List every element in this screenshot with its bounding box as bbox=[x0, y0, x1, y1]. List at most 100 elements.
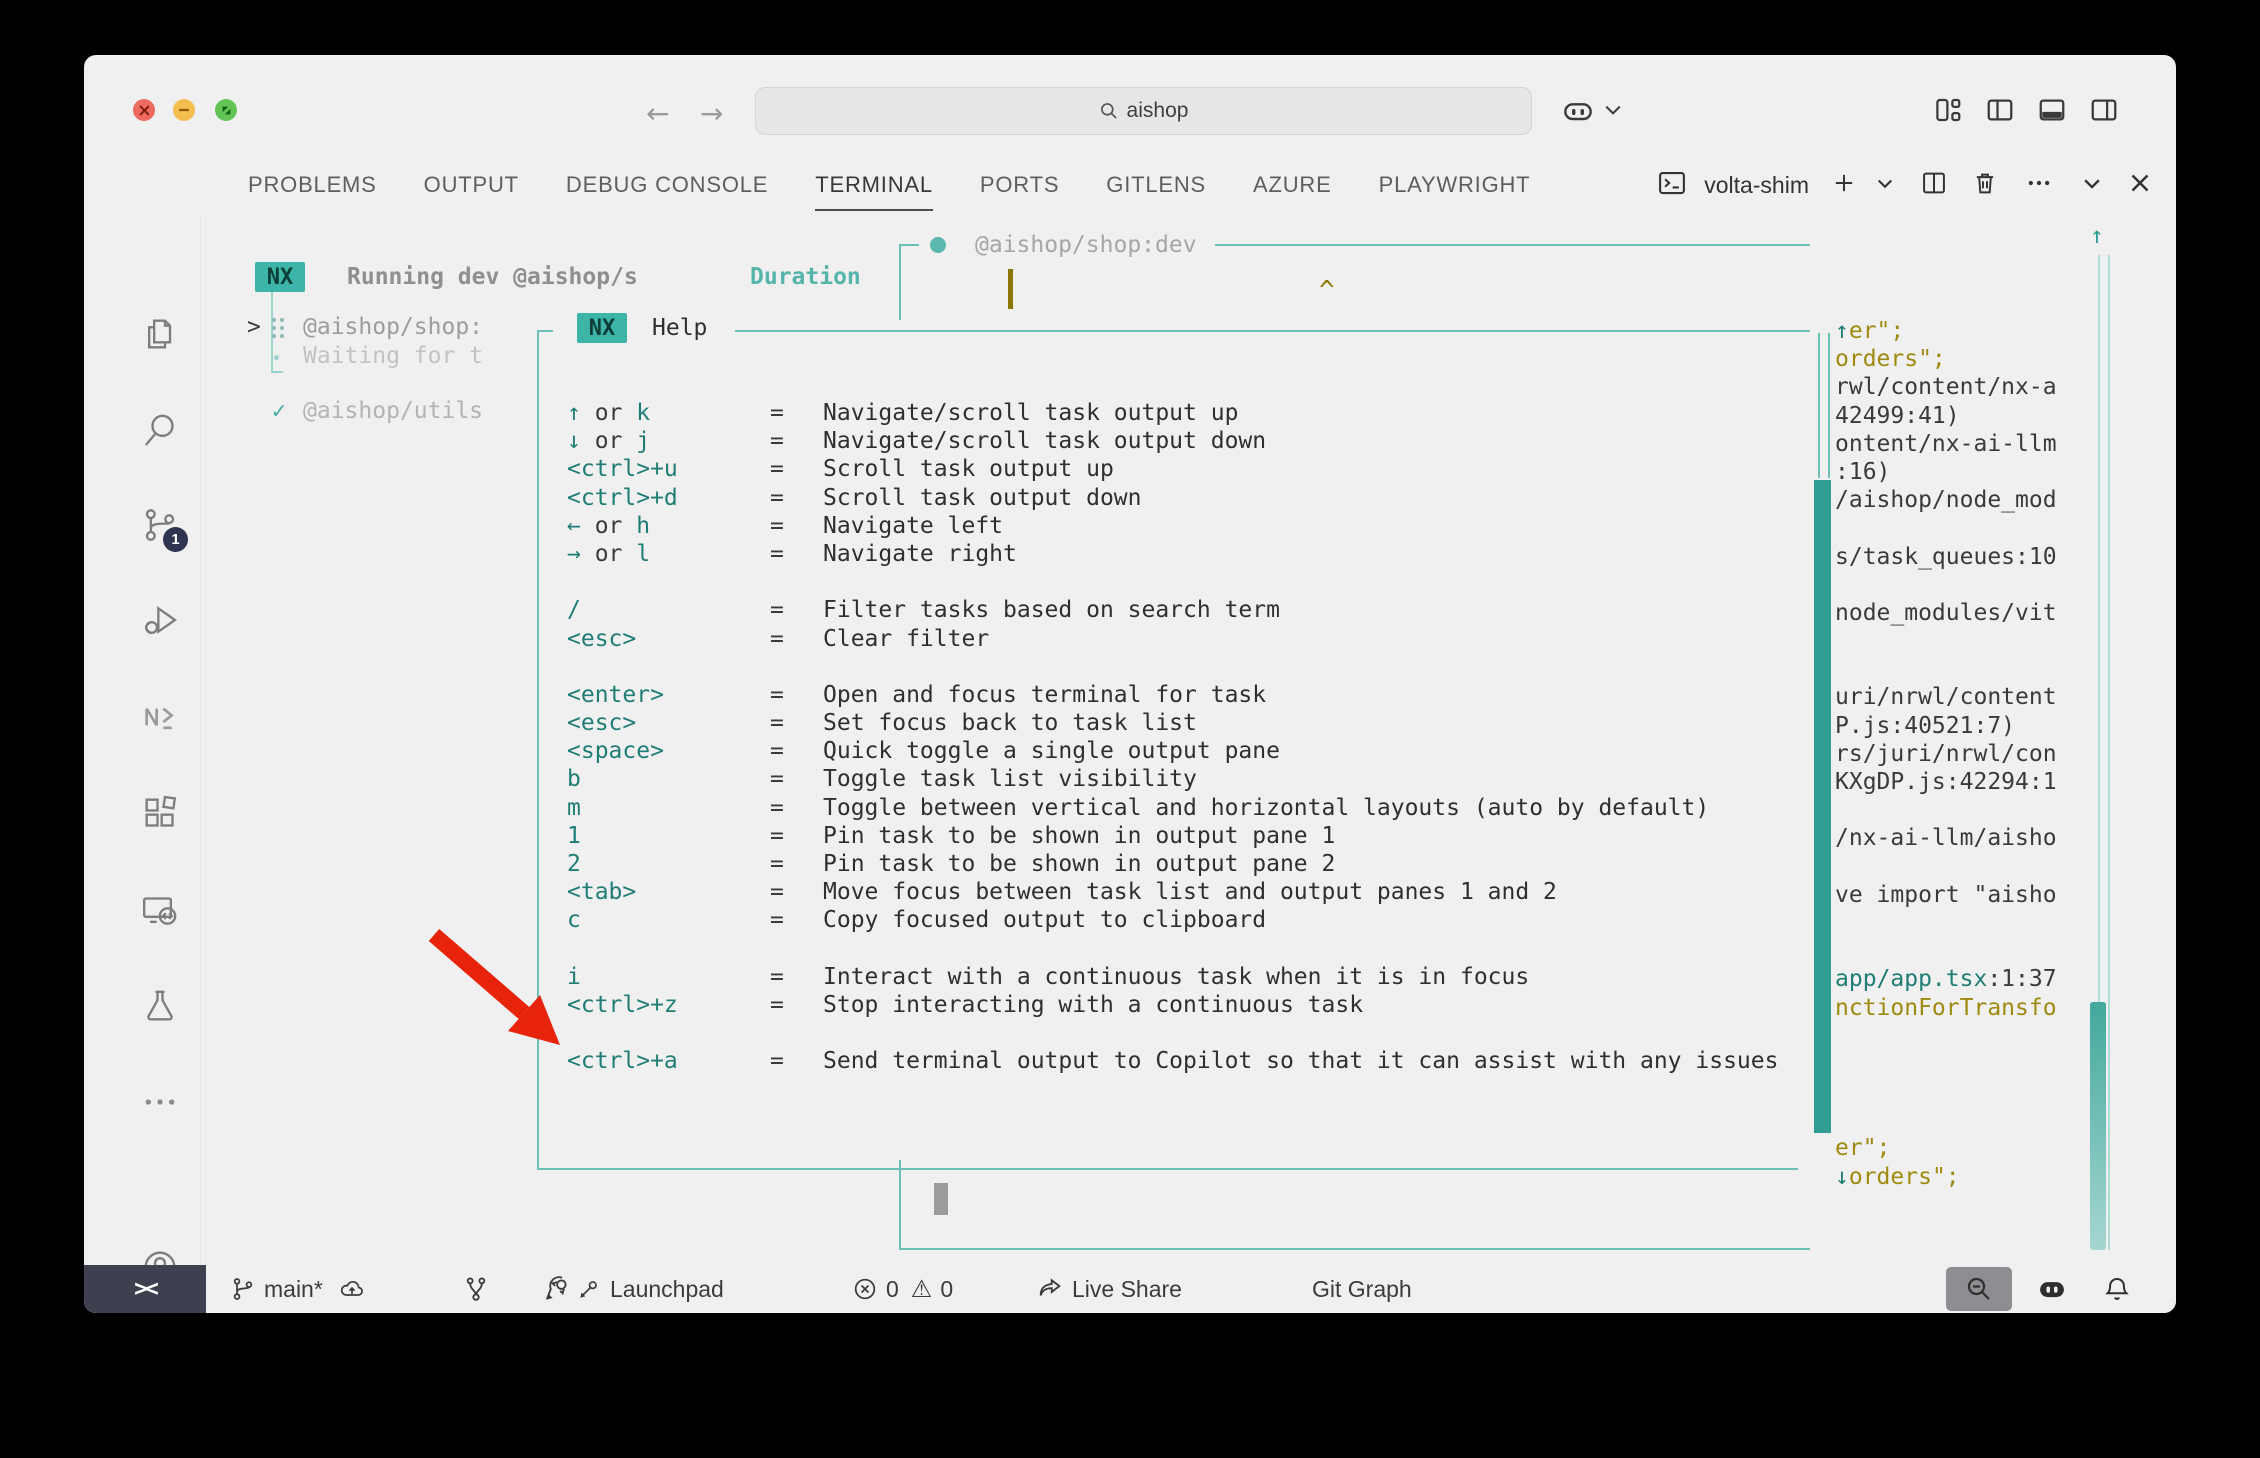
help-key: m bbox=[567, 795, 770, 823]
tab-terminal[interactable]: TERMINAL bbox=[815, 157, 933, 213]
git-graph-compare-item[interactable] bbox=[462, 1275, 490, 1303]
explorer-icon[interactable] bbox=[140, 314, 180, 354]
nav-forward-icon[interactable]: → bbox=[700, 97, 723, 130]
help-key: <esc> bbox=[567, 626, 770, 654]
terminal-output-line: :16) bbox=[1835, 459, 2057, 487]
scm-badge: 1 bbox=[163, 527, 188, 552]
terminal-output-line bbox=[1835, 515, 2057, 543]
help-description: Copy focused output to clipboard bbox=[823, 907, 1266, 935]
tab-debug-console[interactable]: DEBUG CONSOLE bbox=[566, 157, 768, 213]
help-description: Scroll task output up bbox=[823, 456, 1114, 484]
inner-scroll-thumb[interactable] bbox=[1814, 480, 1831, 1133]
vscode-window: ← → aishop bbox=[84, 55, 2176, 1313]
kill-terminal-button[interactable] bbox=[1971, 169, 1999, 202]
toggle-panel-icon[interactable] bbox=[2037, 95, 2067, 130]
testing-icon[interactable] bbox=[140, 986, 180, 1026]
search-sidebar-icon[interactable] bbox=[140, 410, 180, 450]
close-panel-button[interactable] bbox=[2128, 171, 2152, 200]
help-row: <ctrl>+u=Scroll task output up bbox=[567, 456, 1778, 484]
git-branch-item[interactable]: main* bbox=[230, 1276, 367, 1303]
terminal-cursor bbox=[1008, 269, 1013, 309]
toggle-secondary-sidebar-icon[interactable] bbox=[2089, 95, 2119, 130]
help-key: <esc> bbox=[567, 710, 770, 738]
close-window-button[interactable] bbox=[133, 99, 155, 121]
panel-maximize-chevron[interactable] bbox=[2081, 172, 2103, 199]
equals-sign: = bbox=[770, 485, 823, 513]
remote-explorer-icon[interactable] bbox=[140, 891, 180, 931]
terminal-output-line bbox=[1835, 572, 2057, 600]
zoom-out-icon bbox=[1964, 1274, 1994, 1304]
output-pane-status-dot bbox=[930, 237, 946, 253]
additional-views-icon[interactable] bbox=[140, 1082, 180, 1122]
split-terminal-button[interactable] bbox=[1920, 169, 1948, 202]
warnings-icon: ⚠ bbox=[911, 1275, 933, 1303]
copilot-status-icon[interactable] bbox=[2034, 1274, 2070, 1310]
help-description: Toggle between vertical and horizontal l… bbox=[823, 795, 1709, 823]
help-row: → or l=Navigate right bbox=[567, 541, 1778, 569]
help-description: Interact with a continuous task when it … bbox=[823, 964, 1529, 992]
terminal-content[interactable]: NX Running dev @aishop/s Duration > @ais… bbox=[200, 215, 2176, 1265]
help-key: 1 bbox=[567, 823, 770, 851]
git-graph-item[interactable]: Git Graph bbox=[1312, 1276, 1412, 1303]
nx-console-icon[interactable] bbox=[140, 697, 180, 737]
problems-item[interactable]: 0 ⚠ 0 bbox=[852, 1275, 953, 1303]
help-row: ↓ or j=Navigate/scroll task output down bbox=[567, 428, 1778, 456]
outer-scroll-thumb[interactable] bbox=[2090, 1002, 2106, 1250]
terminal-output-line: node_modules/vit bbox=[1835, 600, 2057, 628]
red-annotation-arrow bbox=[384, 900, 604, 1070]
help-nx-badge: NX bbox=[577, 313, 627, 343]
task-shop-name[interactable]: @aishop/shop: bbox=[303, 313, 483, 341]
copilot-icon[interactable] bbox=[1561, 95, 1595, 132]
help-row: <tab>=Move focus between task list and o… bbox=[567, 879, 1778, 907]
help-description: Send terminal output to Copilot so that … bbox=[823, 1048, 1778, 1076]
minimize-window-button[interactable] bbox=[173, 99, 195, 121]
tab-output[interactable]: OUTPUT bbox=[424, 157, 519, 213]
inner-scroll-track[interactable] bbox=[1818, 333, 1830, 478]
tab-azure[interactable]: AZURE bbox=[1253, 157, 1332, 213]
terminal-output-line bbox=[1835, 628, 2057, 656]
extensions-icon[interactable] bbox=[140, 793, 180, 833]
terminal-instance-name[interactable]: volta-shim bbox=[1704, 172, 1809, 199]
copilot-chevron-icon[interactable] bbox=[1604, 103, 1622, 122]
errors-count: 0 bbox=[886, 1276, 899, 1303]
source-control-icon[interactable]: 1 bbox=[140, 505, 180, 545]
remote-indicator[interactable]: >< bbox=[84, 1265, 206, 1313]
right-output-column: ↑er";orders";rwl/content/nx-a42499:41)on… bbox=[1835, 318, 2057, 1192]
help-description: Stop interacting with a continuous task bbox=[823, 992, 1363, 1020]
tab-playwright[interactable]: PLAYWRIGHT bbox=[1379, 157, 1531, 213]
help-description: Navigate left bbox=[823, 513, 1003, 541]
run-debug-icon[interactable] bbox=[140, 600, 180, 640]
more-actions-button[interactable] bbox=[2024, 169, 2054, 202]
zoom-out-button[interactable] bbox=[1946, 1267, 2012, 1311]
tab-ports[interactable]: PORTS bbox=[980, 157, 1059, 213]
launchpad-label: Launchpad bbox=[610, 1276, 724, 1303]
nav-back-icon[interactable]: ← bbox=[646, 97, 669, 130]
tab-gitlens[interactable]: GITLENS bbox=[1106, 157, 1206, 213]
zoom-window-button[interactable] bbox=[215, 99, 237, 121]
help-description: Filter tasks based on search term bbox=[823, 597, 1280, 625]
equals-sign: = bbox=[770, 795, 823, 823]
git-graph-label: Git Graph bbox=[1312, 1276, 1412, 1303]
customize-layout-icon[interactable] bbox=[1933, 95, 1963, 130]
help-description: Move focus between task list and output … bbox=[823, 879, 1557, 907]
command-center-search[interactable]: aishop bbox=[755, 87, 1532, 135]
live-share-item[interactable]: Live Share bbox=[1036, 1275, 1182, 1303]
help-row: ↑ or k=Navigate/scroll task output up bbox=[567, 400, 1778, 428]
launchpad-item[interactable]: Launchpad bbox=[542, 1274, 724, 1304]
help-description: Clear filter bbox=[823, 626, 989, 654]
branch-name: main* bbox=[264, 1276, 323, 1303]
selected-task-caret: > bbox=[247, 313, 261, 341]
task-utils-name[interactable]: @aishop/utils bbox=[303, 397, 483, 425]
help-rows: ↑ or k=Navigate/scroll task output up↓ o… bbox=[567, 400, 1778, 1077]
tab-problems[interactable]: PROBLEMS bbox=[248, 157, 377, 213]
new-terminal-button[interactable] bbox=[1830, 169, 1858, 202]
output-pane-left-border-bottom bbox=[899, 1160, 901, 1248]
scroll-up-hint[interactable]: ↑ bbox=[2090, 223, 2104, 249]
terminal-dropdown-chevron[interactable] bbox=[1875, 173, 1895, 198]
toggle-sidebar-icon[interactable] bbox=[1985, 95, 2015, 130]
errors-icon bbox=[852, 1276, 878, 1302]
notifications-bell-icon[interactable] bbox=[2102, 1274, 2132, 1310]
equals-sign: = bbox=[770, 541, 823, 569]
equals-sign: = bbox=[770, 851, 823, 879]
help-key: <space> bbox=[567, 738, 770, 766]
